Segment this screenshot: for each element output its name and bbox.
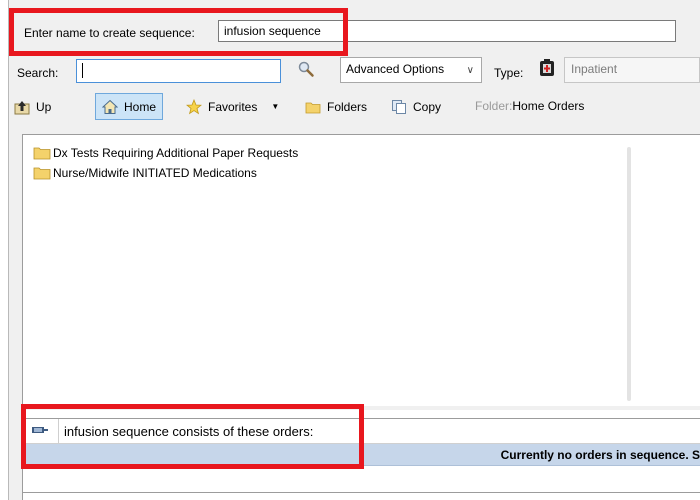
home-icon — [102, 99, 118, 114]
folders-button-label: Folders — [327, 99, 368, 114]
panel-bottom-rule — [22, 492, 700, 493]
folder-prefix: Folder: — [475, 99, 513, 113]
favorites-button-label: Favorites — [208, 99, 258, 114]
copy-button[interactable]: Copy — [391, 93, 441, 120]
type-label: Type: — [494, 66, 524, 80]
up-button-label: Up — [36, 99, 52, 114]
folder-list-item-label: Dx Tests Requiring Additional Paper Requ… — [53, 146, 299, 160]
empty-sequence-message: Currently no orders in sequence. S — [500, 448, 700, 462]
folder-list-scrollbar[interactable] — [627, 147, 631, 401]
folder-icon — [33, 147, 51, 160]
medical-kit-icon — [540, 59, 554, 76]
folder-icon — [33, 167, 51, 180]
search-input[interactable] — [76, 59, 281, 83]
text-caret — [82, 63, 83, 78]
up-arrow-icon — [14, 100, 30, 114]
up-button[interactable]: Up — [14, 93, 51, 120]
advanced-options-select[interactable]: Advanced Options ∨ — [340, 57, 482, 83]
advanced-options-value: Advanced Options — [346, 62, 445, 76]
list-item[interactable]: Dx Tests Requiring Additional Paper Requ… — [33, 146, 298, 160]
current-folder-indicator: Folder:Home Orders — [475, 99, 584, 113]
copy-icon — [392, 99, 406, 114]
highlight-box-sequence-name — [9, 8, 348, 56]
highlight-box-sequence-orders — [21, 404, 364, 469]
copy-button-label: Copy — [413, 99, 442, 114]
folders-button[interactable]: Folders — [305, 93, 367, 120]
star-icon — [186, 98, 202, 114]
list-item[interactable]: Nurse/Midwife INITIATED Medications — [33, 166, 257, 180]
favorites-button[interactable]: Favorites ▼ — [186, 93, 279, 120]
search-label: Search: — [17, 66, 59, 80]
folder-list-item-label: Nurse/Midwife INITIATED Medications — [53, 166, 257, 180]
folder-icon — [305, 102, 321, 113]
type-select[interactable]: Inpatient — [564, 57, 700, 83]
favorites-dropdown-icon[interactable]: ▼ — [271, 102, 279, 111]
window-left-edge — [0, 0, 9, 500]
home-button-label: Home — [124, 99, 157, 114]
home-button[interactable]: Home — [95, 93, 164, 120]
folder-value: Home Orders — [512, 99, 585, 113]
search-icon[interactable] — [297, 60, 315, 78]
chevron-down-icon: ∨ — [466, 65, 474, 76]
